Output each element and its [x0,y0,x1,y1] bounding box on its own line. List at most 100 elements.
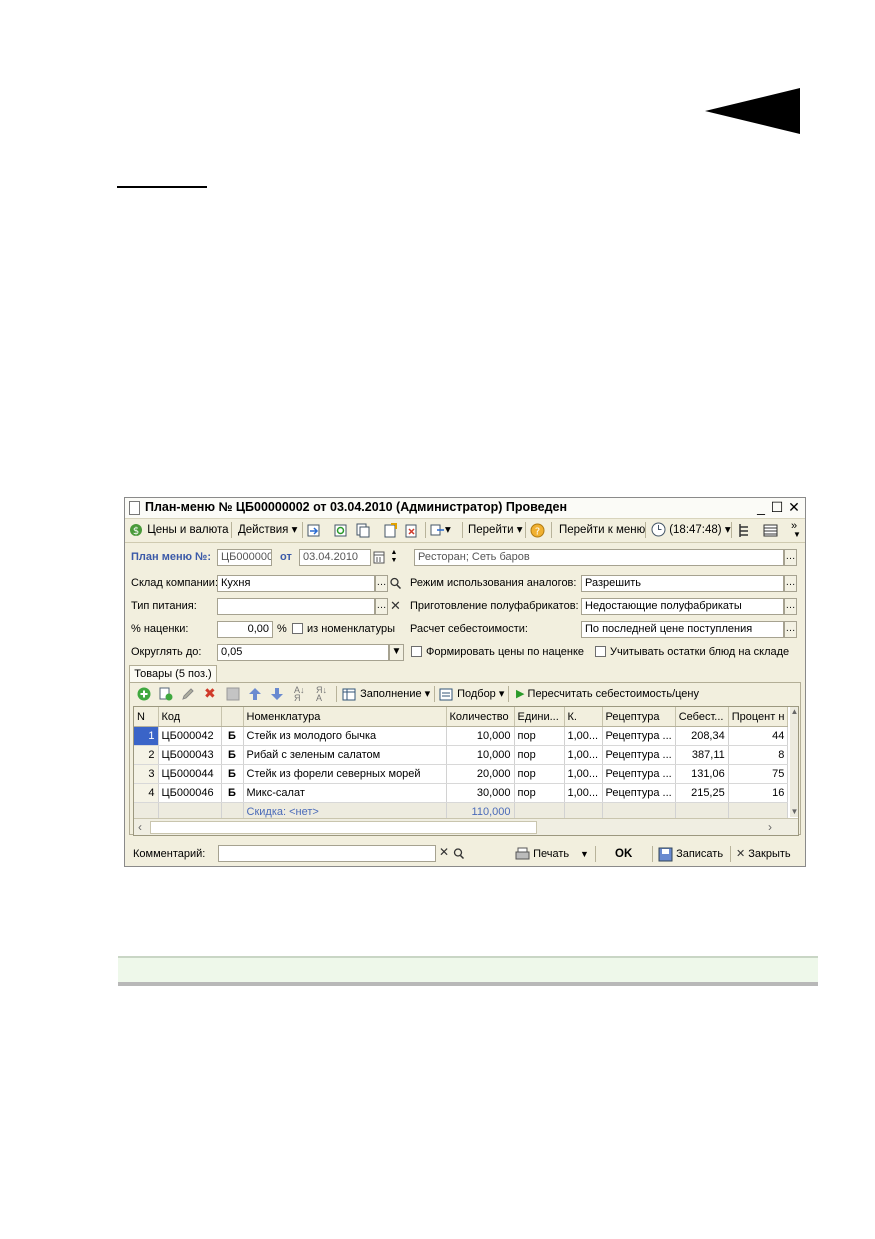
dropdown-arrow-icon: ▾ [516,524,523,536]
scrollbar-thumb[interactable] [150,821,537,834]
semi-products-select-button[interactable]: … [784,598,797,615]
round-field[interactable]: 0,05 [217,644,389,661]
cost-calc-select-button[interactable]: … [784,621,797,638]
number-field[interactable]: ЦБ000000 [217,549,272,566]
row-recipe: Рецептура ... [602,783,676,803]
markup-field[interactable]: 0,00 [217,621,273,638]
column-header[interactable]: Рецептура [602,707,676,727]
sort-desc-icon[interactable]: Я↓ A [316,686,327,703]
row-code: ЦБ000042 [158,726,222,746]
table-row[interactable]: 1 ЦБ000042 Б Стейк из молодого бычка 10,… [134,726,789,746]
horizontal-scrollbar[interactable]: ‹ › [134,818,798,835]
organization-select-button[interactable]: … [784,549,797,566]
tree-view-icon[interactable] [737,523,752,538]
prices-currency-button[interactable]: $ Цены и валюта [129,522,229,538]
actions-menu[interactable]: Действия ▾ [238,522,297,538]
food-type-label: Тип питания: [131,600,197,612]
help-icon[interactable]: ? [530,523,545,538]
scroll-down-icon[interactable]: ▼ [790,807,798,816]
import-icon[interactable] [306,523,321,538]
column-header[interactable]: Количество [446,707,515,727]
row-percent: 44 [728,726,789,746]
close-window-button[interactable]: ✕ [786,499,802,516]
column-header[interactable]: К. [564,707,603,727]
row-unit: пор [514,783,565,803]
from-nomenclature-checkbox[interactable] [292,623,303,634]
play-icon: ▶ [516,688,525,700]
organization-field[interactable]: Ресторан; Сеть баров [414,549,784,566]
recalc-button[interactable]: ▶ Пересчитать себестоимость/цену [516,686,699,702]
toolbar-separator [336,686,337,702]
search-comment-icon[interactable] [453,847,465,861]
column-header[interactable]: Код [158,707,222,727]
add-row-icon[interactable] [137,687,151,701]
goods-table: N Код Номенклатура Количество Едини... К… [133,706,799,836]
warehouse-select-button[interactable]: … [375,575,388,592]
comment-field[interactable] [218,845,436,862]
print-menu[interactable]: Печать [515,846,569,862]
clear-comment-icon[interactable]: ✕ [439,845,449,859]
analogs-field[interactable]: Разрешить [581,575,784,592]
delete-row-icon[interactable]: ✖ [204,685,216,702]
sort-asc-icon[interactable]: A↓ Я [294,686,305,703]
cost-calc-field[interactable]: По последней цене поступления [581,621,784,638]
maximize-button[interactable]: ☐ [769,499,785,516]
minimize-button[interactable]: _ [753,499,769,515]
food-type-select-button[interactable]: … [375,598,388,615]
column-header[interactable]: N [134,707,159,727]
scroll-up-icon[interactable]: ▲ [790,707,798,716]
list-settings-icon[interactable] [763,523,778,538]
svg-text:$: $ [133,526,139,537]
goto-menu[interactable]: Перейти ▾ [468,522,523,538]
clear-icon[interactable]: ✕ [390,598,401,614]
table-row[interactable]: 4 ЦБ000046 Б Микс-салат 30,000 пор 1,00.… [134,783,789,803]
analogs-select-button[interactable]: … [784,575,797,592]
number-label: План меню №: [131,551,211,563]
search-icon[interactable] [389,576,402,591]
date-spinner[interactable]: ▲ ▼ [388,549,400,566]
toolbar-separator [425,522,426,538]
ok-button[interactable]: OK [615,846,632,862]
food-type-field[interactable] [217,598,375,615]
row-number: 4 [134,783,159,803]
column-header[interactable] [221,707,244,727]
move-down-icon[interactable] [270,687,284,701]
warehouse-field[interactable]: Кухня [217,575,375,592]
column-header[interactable]: Номенклатура [243,707,447,727]
scroll-right-icon[interactable]: › [768,820,772,834]
table-row[interactable]: 2 ЦБ000043 Б Рибай с зеленым салатом 10,… [134,745,789,765]
goto-menu-button[interactable]: Перейти к меню [559,522,645,538]
pick-menu[interactable]: Подбор ▾ [439,686,504,702]
tab-goods[interactable]: Товары (5 поз.) [129,665,217,683]
print-dropdown-icon[interactable]: ▼ [580,849,589,859]
calendar-icon[interactable] [373,550,385,565]
close-button[interactable]: ✕ Закрыть [736,846,791,862]
column-header[interactable]: Процент н [728,707,789,727]
post-doc-icon[interactable] [383,523,398,538]
round-dropdown-button[interactable]: ▼ [389,644,404,661]
refresh-icon[interactable] [333,523,348,538]
table-row[interactable]: 3 ЦБ000044 Б Стейк из форели северных мо… [134,764,789,784]
unpost-doc-icon[interactable] [404,523,419,538]
column-header[interactable]: Себест... [675,707,729,727]
end-edit-icon[interactable] [226,687,240,701]
vertical-scrollbar[interactable]: ▲ ▼ [790,707,798,817]
copy-row-icon[interactable] [159,687,173,701]
move-up-icon[interactable] [248,687,262,701]
scroll-left-icon[interactable]: ‹ [138,820,142,834]
copy-doc-icon[interactable] [355,523,370,538]
time-menu[interactable]: (18:47:48) ▾ [651,522,731,538]
account-rest-label: Учитывать остатки блюд на складе [610,646,790,658]
main-toolbar: $ Цены и валюта Действия ▾ ▾ Перейти ▾ ?… [125,518,805,543]
semi-products-field[interactable]: Недостающие полуфабрикаты [581,598,784,615]
structure-menu[interactable]: ▾ [430,522,451,538]
row-name: Стейк из молодого бычка [243,726,447,746]
account-rest-checkbox[interactable] [595,646,606,657]
row-k: 1,00... [564,764,603,784]
column-header[interactable]: Едини... [514,707,565,727]
fill-menu[interactable]: Заполнение ▾ [342,686,430,702]
form-prices-checkbox[interactable] [411,646,422,657]
edit-row-icon[interactable] [181,687,195,701]
date-field[interactable]: 03.04.2010 [299,549,371,566]
save-button[interactable]: Записать [658,846,723,862]
